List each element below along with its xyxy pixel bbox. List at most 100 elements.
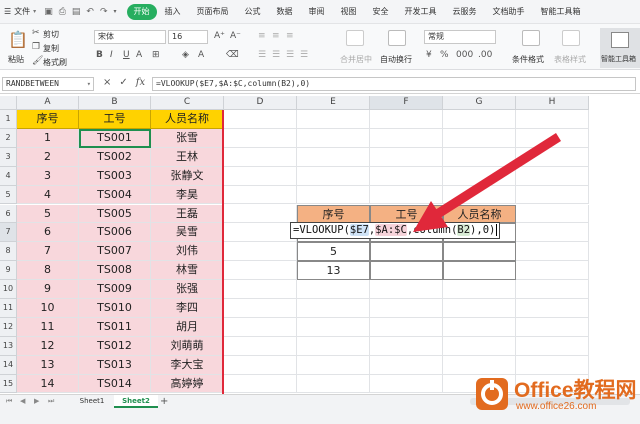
table-cell[interactable]: 3 xyxy=(17,166,79,186)
lookup-cell[interactable] xyxy=(370,242,443,262)
table-cell[interactable]: TS002 xyxy=(79,147,151,167)
grid-cell[interactable] xyxy=(224,242,297,262)
print-icon[interactable]: ⎙ xyxy=(59,7,66,17)
table-cell[interactable]: 11 xyxy=(17,317,79,337)
grid-cell[interactable] xyxy=(370,128,443,148)
grid-cell[interactable] xyxy=(297,185,370,205)
grid-cell[interactable] xyxy=(224,336,297,356)
grid-cell[interactable] xyxy=(516,299,589,318)
justify-icon[interactable]: ☰ xyxy=(300,50,308,60)
select-all-corner[interactable] xyxy=(0,96,17,110)
font-color-icon[interactable]: A xyxy=(198,50,204,60)
grid-cell[interactable] xyxy=(516,147,589,167)
column-header[interactable]: D xyxy=(224,96,297,110)
align-right-icon[interactable]: ☰ xyxy=(286,50,294,60)
table-style-icon[interactable] xyxy=(562,30,580,46)
increase-font-icon[interactable]: A⁺ xyxy=(214,31,225,41)
cancel-icon[interactable]: × xyxy=(103,77,111,88)
grid-cell[interactable] xyxy=(224,299,297,318)
lookup-cell[interactable]: 13 xyxy=(297,261,370,281)
grid-cell[interactable] xyxy=(516,336,589,356)
column-header[interactable]: A xyxy=(17,96,79,110)
grid-cell[interactable] xyxy=(224,110,297,129)
column-header[interactable]: H xyxy=(516,96,589,110)
grid-cell[interactable] xyxy=(297,147,370,167)
in-cell-formula-editor[interactable]: =VLOOKUP($E7,$A:$C,column(B2),0) xyxy=(290,222,501,240)
number-format-select[interactable]: 常规 xyxy=(424,30,496,44)
next-sheet-icon[interactable]: ▶ xyxy=(34,397,39,405)
table-cell[interactable]: 张强 xyxy=(151,280,224,299)
column-header[interactable]: E xyxy=(297,96,370,110)
row-header[interactable]: 2 xyxy=(0,128,17,148)
grid-cell[interactable] xyxy=(443,110,516,129)
table-cell[interactable]: TS001 xyxy=(79,128,151,148)
menu-tab[interactable]: 云服务 xyxy=(445,4,485,20)
eraser-icon[interactable]: ⌫ xyxy=(226,50,239,60)
column-header[interactable]: C xyxy=(151,96,224,110)
lookup-header-cell[interactable]: 人员名称 xyxy=(443,204,516,224)
grid-cell[interactable] xyxy=(370,185,443,205)
column-header[interactable]: G xyxy=(443,96,516,110)
table-cell[interactable]: 高婷婷 xyxy=(151,374,224,394)
row-header[interactable]: 8 xyxy=(0,242,17,262)
grid-cell[interactable] xyxy=(516,185,589,205)
copy-button[interactable]: 复制 xyxy=(43,43,59,54)
table-cell[interactable]: 刘伟 xyxy=(151,242,224,262)
grid-cell[interactable] xyxy=(370,280,443,299)
table-cell[interactable]: 李四 xyxy=(151,299,224,318)
grid-cell[interactable] xyxy=(443,185,516,205)
table-header-cell[interactable]: 人员名称 xyxy=(151,110,224,129)
undo-icon[interactable]: ↶ xyxy=(86,7,94,17)
currency-icon[interactable]: ¥ xyxy=(426,50,432,60)
table-header-cell[interactable]: 工号 xyxy=(79,110,151,129)
table-cell[interactable]: TS003 xyxy=(79,166,151,186)
font-size-select[interactable]: 16 xyxy=(168,30,208,44)
grid-cell[interactable] xyxy=(297,280,370,299)
table-cell[interactable]: TS009 xyxy=(79,280,151,299)
menu-tab[interactable]: 开发工具 xyxy=(397,4,445,20)
align-top-icon[interactable]: ≡ xyxy=(258,31,266,41)
table-cell[interactable]: 2 xyxy=(17,147,79,167)
row-header[interactable]: 9 xyxy=(0,261,17,281)
grid-cell[interactable] xyxy=(224,317,297,337)
row-header[interactable]: 4 xyxy=(0,166,17,186)
first-sheet-icon[interactable]: ⏮ xyxy=(6,397,12,406)
table-cell[interactable]: 12 xyxy=(17,336,79,356)
lookup-header-cell[interactable]: 序号 xyxy=(297,204,370,224)
table-cell[interactable]: TS004 xyxy=(79,185,151,205)
table-cell[interactable]: 吴雪 xyxy=(151,223,224,243)
table-style-button[interactable]: 表格样式 xyxy=(554,54,586,65)
table-cell[interactable]: TS010 xyxy=(79,299,151,318)
table-cell[interactable]: 14 xyxy=(17,374,79,394)
table-cell[interactable]: TS005 xyxy=(79,204,151,224)
table-cell[interactable]: 13 xyxy=(17,355,79,375)
grid-cell[interactable] xyxy=(297,355,370,375)
grid-cell[interactable] xyxy=(516,317,589,337)
row-header[interactable]: 15 xyxy=(0,374,17,394)
grid-cell[interactable] xyxy=(297,336,370,356)
align-bottom-icon[interactable]: ≡ xyxy=(286,31,294,41)
table-cell[interactable]: 9 xyxy=(17,280,79,299)
table-cell[interactable]: 10 xyxy=(17,299,79,318)
menu-tab[interactable]: 智能工具箱 xyxy=(533,4,589,20)
row-header[interactable]: 13 xyxy=(0,336,17,356)
grid-cell[interactable] xyxy=(516,280,589,299)
fill-color-icon[interactable]: ◈ xyxy=(182,50,189,60)
grid-cell[interactable] xyxy=(297,317,370,337)
column-header[interactable]: F xyxy=(370,96,443,110)
menu-tab[interactable]: 插入 xyxy=(157,4,189,20)
table-cell[interactable]: 6 xyxy=(17,223,79,243)
wrap-text-button[interactable]: 自动换行 xyxy=(380,54,412,65)
table-cell[interactable]: 林雪 xyxy=(151,261,224,281)
grid-cell[interactable] xyxy=(224,280,297,299)
table-cell[interactable]: 李昊 xyxy=(151,185,224,205)
table-header-cell[interactable]: 序号 xyxy=(17,110,79,129)
table-cell[interactable]: 1 xyxy=(17,128,79,148)
conditional-format-button[interactable]: 条件格式 xyxy=(512,54,544,65)
grid-cell[interactable] xyxy=(370,374,443,394)
formula-input[interactable]: =VLOOKUP($E7,$A:$C,column(B2),0) xyxy=(152,77,636,91)
grid-cell[interactable] xyxy=(443,128,516,148)
column-header[interactable]: B xyxy=(79,96,151,110)
menu-tab[interactable]: 页面布局 xyxy=(189,4,237,20)
prev-sheet-icon[interactable]: ◀ xyxy=(20,397,25,405)
